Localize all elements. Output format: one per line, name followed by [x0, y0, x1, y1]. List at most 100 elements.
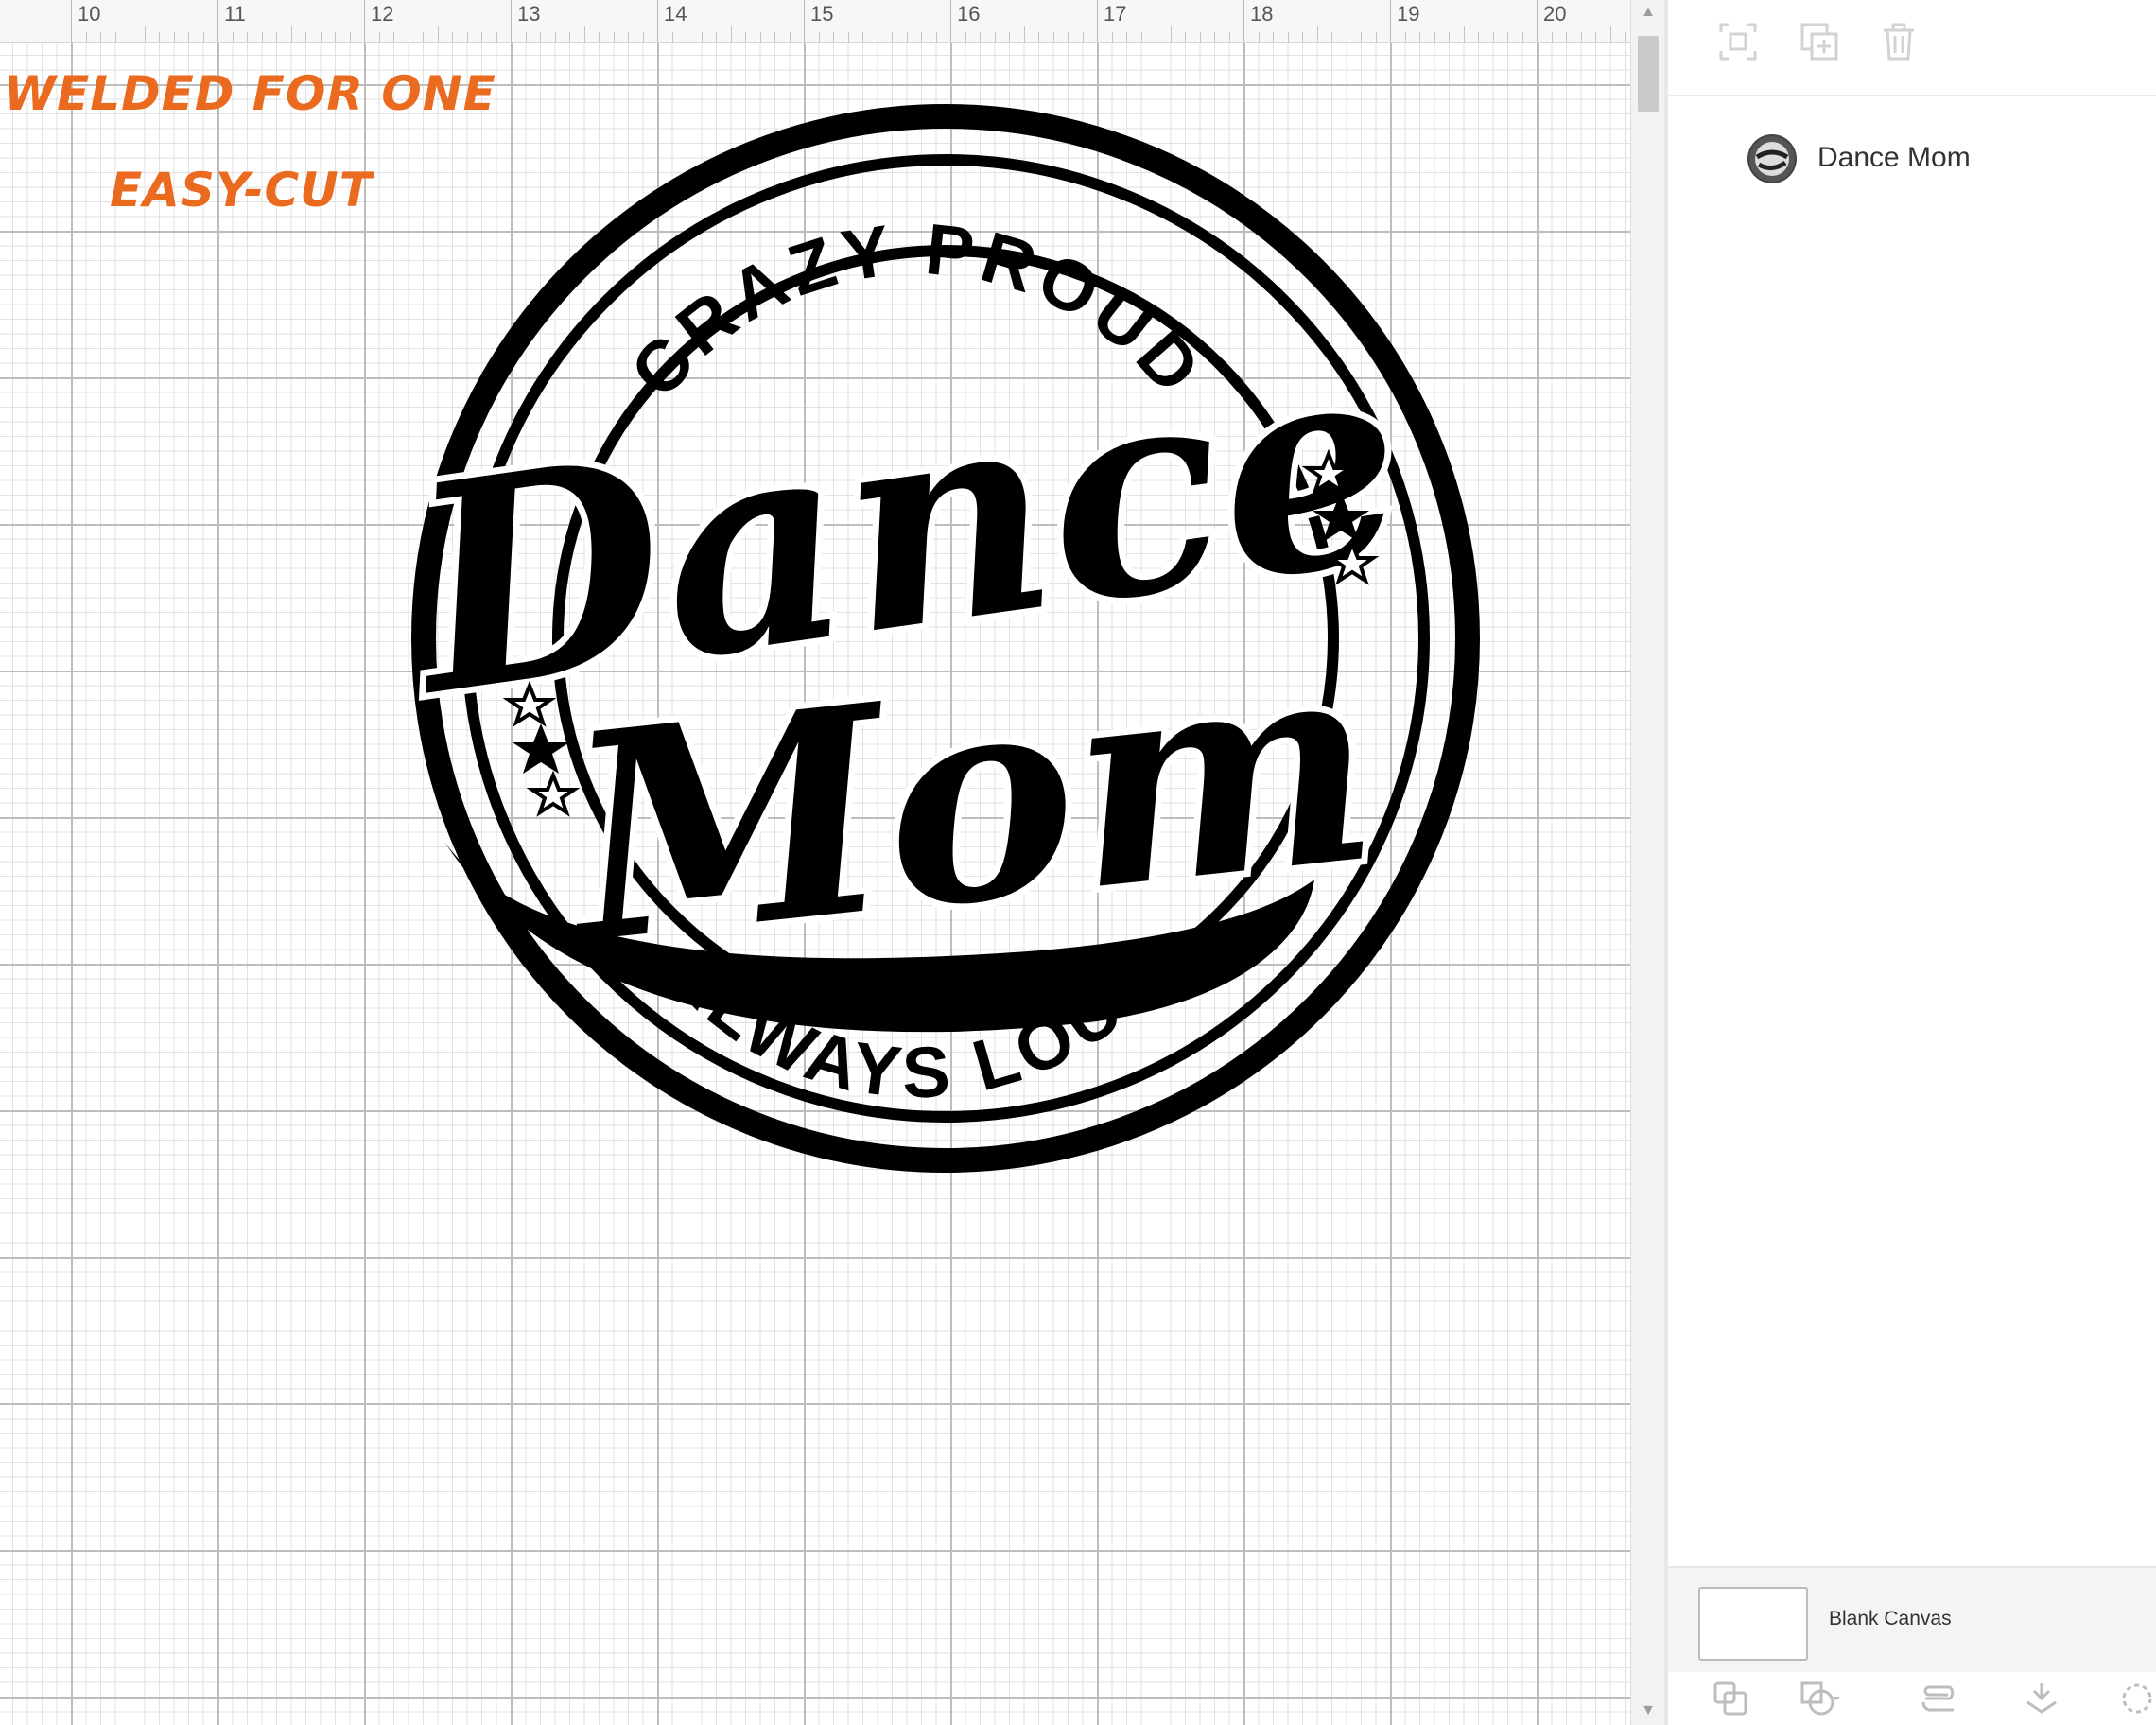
ruler-minor-tick — [847, 32, 849, 42]
layer-name: Dance Mom — [1817, 142, 1971, 173]
ruler-major-tick — [657, 0, 658, 42]
ruler-minor-tick — [159, 32, 160, 42]
scroll-up-arrow-icon[interactable]: ▲ — [1631, 4, 1665, 21]
ruler-minor-tick — [1521, 32, 1523, 42]
ruler-minor-tick — [202, 32, 204, 42]
ruler-minor-tick — [144, 26, 146, 42]
ruler-label: 10 — [78, 2, 101, 26]
ruler-label: 11 — [224, 2, 246, 26]
ruler-minor-tick — [1507, 32, 1508, 42]
ruler-label: 19 — [1397, 2, 1420, 26]
ruler-label: 13 — [517, 2, 541, 26]
ruler-label: 14 — [664, 2, 687, 26]
ruler-minor-tick — [1199, 32, 1201, 42]
ruler-minor-tick — [378, 32, 380, 42]
layers-bottom-toolbar — [1668, 1670, 2156, 1725]
ruler-major-tick — [511, 0, 512, 42]
ruler-minor-tick — [833, 32, 834, 42]
ruler-major-tick — [950, 0, 951, 42]
ruler-major-tick — [1243, 0, 1244, 42]
ruler-minor-tick — [188, 32, 189, 42]
blank-canvas-row[interactable]: Blank Canvas — [1668, 1566, 2156, 1672]
horizontal-ruler: 10 11 12 13 14 15 16 17 18 19 20 — [0, 0, 1630, 43]
ruler-minor-tick — [1419, 32, 1420, 42]
ruler-minor-tick — [599, 32, 600, 42]
ruler-minor-tick — [980, 32, 981, 42]
ruler-minor-tick — [1316, 26, 1318, 42]
ruler-minor-tick — [892, 32, 893, 42]
ruler-minor-tick — [628, 32, 629, 42]
delete-icon[interactable] — [1876, 19, 1921, 64]
ruler-minor-tick — [466, 32, 468, 42]
ruler-major-tick — [804, 0, 805, 42]
ruler-minor-tick — [965, 32, 966, 42]
canvas-thumbnail — [1698, 1587, 1808, 1661]
ruler-minor-tick — [1258, 32, 1260, 42]
layer-thumbnail — [1747, 134, 1797, 183]
ruler-minor-tick — [1331, 32, 1332, 42]
ruler-minor-tick — [642, 32, 644, 42]
ruler-minor-tick — [335, 32, 336, 42]
group-icon[interactable] — [1715, 19, 1761, 64]
ruler-label: 15 — [810, 2, 834, 26]
layer-item[interactable]: Dance Mom — [1668, 123, 2156, 195]
ruler-minor-tick — [100, 32, 101, 42]
ruler-minor-tick — [818, 32, 820, 42]
ruler-minor-tick — [789, 32, 791, 42]
ruler-minor-tick — [671, 32, 673, 42]
slice-icon[interactable] — [1710, 1680, 1753, 1717]
flatten-icon[interactable] — [2020, 1680, 2063, 1717]
ruler-minor-tick — [1009, 32, 1010, 42]
ruler-minor-tick — [1214, 32, 1215, 42]
ruler-minor-tick — [759, 32, 761, 42]
attach-icon[interactable] — [1918, 1680, 1961, 1717]
scroll-down-arrow-icon[interactable]: ▼ — [1631, 1702, 1665, 1719]
ruler-minor-tick — [1023, 26, 1025, 42]
ruler-minor-tick — [1551, 32, 1553, 42]
duplicate-icon[interactable] — [1797, 19, 1842, 64]
ruler-minor-tick — [774, 32, 775, 42]
ruler-minor-tick — [305, 32, 306, 42]
ruler-minor-tick — [540, 32, 541, 42]
ruler-minor-tick — [935, 32, 937, 42]
layers-toolbar — [1668, 0, 2156, 96]
ruler-minor-tick — [1580, 32, 1582, 42]
ruler-minor-tick — [290, 26, 292, 42]
ruler-minor-tick — [1170, 26, 1172, 42]
ruler-major-tick — [217, 0, 218, 42]
ruler-minor-tick — [745, 32, 746, 42]
ruler-minor-tick — [1140, 32, 1142, 42]
ruler-minor-tick — [1449, 32, 1450, 42]
ruler-minor-tick — [481, 32, 482, 42]
combine-icon[interactable] — [1799, 1680, 1842, 1717]
ruler-label: 12 — [371, 2, 394, 26]
ruler-minor-tick — [1111, 32, 1113, 42]
vertical-scrollbar[interactable]: ▲ ▼ — [1630, 0, 1665, 1725]
canvas-label: Blank Canvas — [1829, 1608, 1952, 1629]
ruler-minor-tick — [320, 32, 322, 42]
ruler-minor-tick — [862, 32, 863, 42]
ruler-minor-tick — [232, 32, 234, 42]
dance-mom-design[interactable]: CRAZY PROUD ALWAYS LOUD Dance Mom — [322, 95, 1532, 1182]
ruler-minor-tick — [525, 32, 527, 42]
ruler-minor-tick — [1346, 32, 1348, 42]
ruler-minor-tick — [393, 32, 394, 42]
layers-panel: Dance Mom Blank Canvas — [1664, 0, 2156, 1725]
ruler-minor-tick — [701, 32, 703, 42]
ruler-label: 16 — [957, 2, 981, 26]
ruler-minor-tick — [261, 32, 263, 42]
ruler-minor-tick — [1185, 32, 1186, 42]
ruler-major-tick — [1537, 0, 1538, 42]
design-canvas[interactable]: 10 11 12 13 14 15 16 17 18 19 20 WELDED … — [0, 0, 1630, 1725]
ruler-minor-tick — [921, 32, 922, 42]
ruler-minor-tick — [906, 32, 908, 42]
ruler-minor-tick — [173, 32, 175, 42]
scrollbar-thumb[interactable] — [1638, 36, 1659, 112]
ruler-minor-tick — [716, 32, 717, 42]
ruler-minor-tick — [247, 32, 248, 42]
ruler-minor-tick — [1068, 32, 1069, 42]
ruler-minor-tick — [1287, 32, 1289, 42]
ruler-minor-tick — [1566, 32, 1567, 42]
contour-icon[interactable] — [2113, 1680, 2156, 1717]
ruler-minor-tick — [1492, 32, 1494, 42]
